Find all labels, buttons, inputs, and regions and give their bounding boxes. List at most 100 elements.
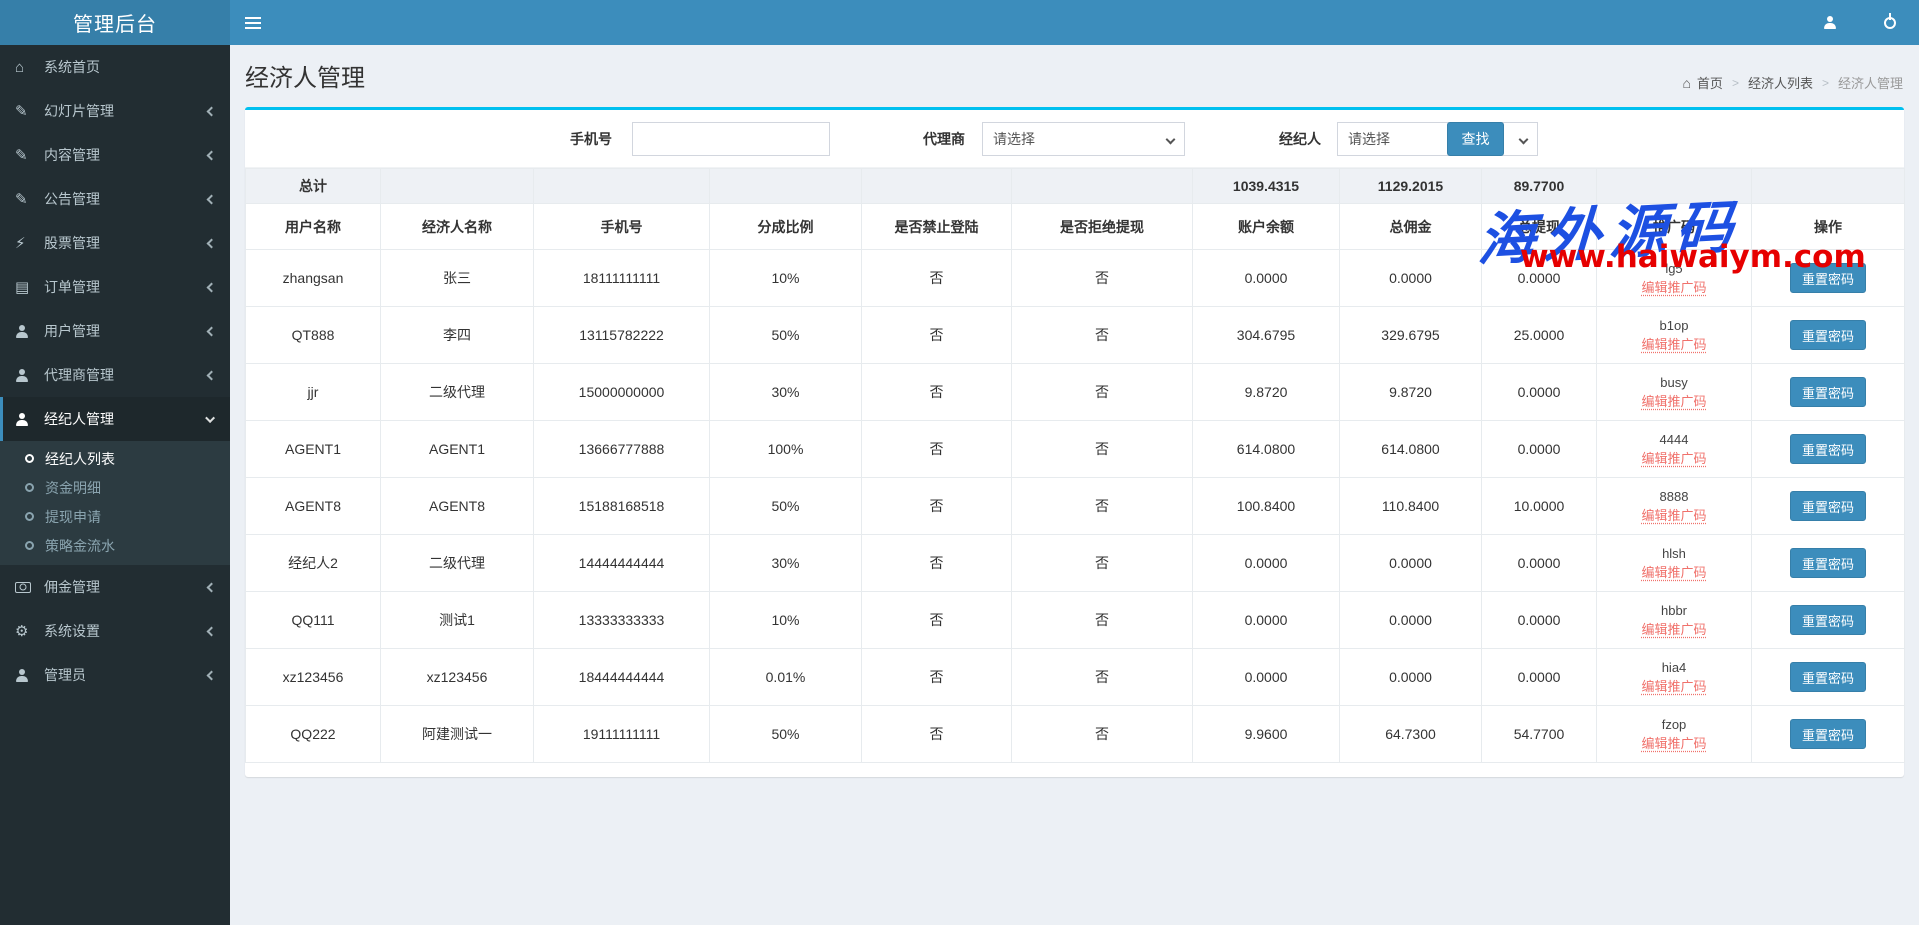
sidebar-subitem-label: 策略金流水 bbox=[45, 536, 115, 556]
cell-commission: 614.0800 bbox=[1340, 421, 1482, 478]
edit-promo-code-link[interactable]: 编辑推广码 bbox=[1641, 508, 1706, 524]
cell-withdraw: 0.0000 bbox=[1482, 250, 1597, 307]
reset-password-button[interactable]: 重置密码 bbox=[1790, 320, 1866, 350]
cell-ratio: 10% bbox=[710, 250, 862, 307]
user-account-button[interactable] bbox=[1815, 0, 1845, 45]
sidebar-item-label: 管理员 bbox=[44, 665, 86, 685]
sidebar-subitem-资金明细[interactable]: 资金明细 bbox=[0, 473, 230, 502]
chevron-left-icon bbox=[207, 370, 217, 380]
cell-broker: AGENT1 bbox=[381, 421, 534, 478]
cell-promo: 4444编辑推广码 bbox=[1597, 421, 1752, 478]
sidebar-subitem-label: 资金明细 bbox=[45, 478, 101, 498]
sidebar-item-股票管理[interactable]: ⚡股票管理 bbox=[0, 221, 230, 265]
reset-password-button[interactable]: 重置密码 bbox=[1790, 548, 1866, 578]
agent-select[interactable]: 请选择 bbox=[982, 122, 1185, 156]
cell-actions: 重置密码 bbox=[1752, 592, 1905, 649]
sidebar-item-佣金管理[interactable]: 佣金管理 bbox=[0, 565, 230, 609]
sidebar-item-内容管理[interactable]: ✎内容管理 bbox=[0, 133, 230, 177]
edit-promo-code-link[interactable]: 编辑推广码 bbox=[1641, 565, 1706, 581]
agent-select-value: 请选择 bbox=[993, 129, 1035, 149]
totals-value-cell: 89.7700 bbox=[1482, 169, 1597, 204]
app-logo: 管理后台 bbox=[0, 0, 230, 45]
chevron-left-icon bbox=[207, 150, 217, 160]
sidebar-item-订单管理[interactable]: ▤订单管理 bbox=[0, 265, 230, 309]
chevron-left-icon bbox=[207, 670, 217, 680]
table-row: QT888李四1311578222250%否否304.6795329.67952… bbox=[246, 307, 1905, 364]
edit-promo-code-link[interactable]: 编辑推广码 bbox=[1641, 280, 1706, 296]
sidebar-item-代理商管理[interactable]: 代理商管理 bbox=[0, 353, 230, 397]
reset-password-button[interactable]: 重置密码 bbox=[1790, 662, 1866, 692]
sidebar-subitem-提现申请[interactable]: 提现申请 bbox=[0, 502, 230, 531]
sidebar-item-公告管理[interactable]: ✎公告管理 bbox=[0, 177, 230, 221]
breadcrumb: ⌂ 首页 > 经济人列表 > 经济人管理 bbox=[1682, 73, 1903, 92]
edit-promo-code-link[interactable]: 编辑推广码 bbox=[1641, 451, 1706, 467]
search-button[interactable]: 查找 bbox=[1447, 122, 1504, 156]
chevron-left-icon bbox=[207, 326, 217, 336]
phone-input[interactable] bbox=[632, 122, 830, 156]
cell-ratio: 50% bbox=[710, 706, 862, 763]
user-icon bbox=[15, 669, 44, 682]
cell-actions: 重置密码 bbox=[1752, 649, 1905, 706]
edit-promo-code-link[interactable]: 编辑推广码 bbox=[1641, 736, 1706, 752]
sidebar-item-管理员[interactable]: 管理员 bbox=[0, 653, 230, 697]
home-icon: ⌂ bbox=[15, 59, 44, 76]
sidebar-subitem-经纪人列表[interactable]: 经纪人列表 bbox=[0, 444, 230, 473]
cell-user: jjr bbox=[246, 364, 381, 421]
cell-user: QT888 bbox=[246, 307, 381, 364]
main-content: 经济人管理 ⌂ 首页 > 经济人列表 > 经济人管理 手机号 代理商 请选择 经… bbox=[230, 45, 1919, 925]
reset-password-button[interactable]: 重置密码 bbox=[1790, 434, 1866, 464]
promo-code-value: hia4 bbox=[1597, 659, 1751, 676]
column-header: 账户余额 bbox=[1193, 204, 1340, 250]
table-row: AGENT8AGENT81518816851850%否否100.8400110.… bbox=[246, 478, 1905, 535]
column-header: 操作 bbox=[1752, 204, 1905, 250]
cell-withdraw: 25.0000 bbox=[1482, 307, 1597, 364]
reset-password-button[interactable]: 重置密码 bbox=[1790, 263, 1866, 293]
sidebar-item-用户管理[interactable]: 用户管理 bbox=[0, 309, 230, 353]
sidebar-item-系统首页[interactable]: ⌂系统首页 bbox=[0, 45, 230, 89]
chevron-left-icon bbox=[207, 626, 217, 636]
cell-balance: 0.0000 bbox=[1193, 250, 1340, 307]
column-header: 分成比例 bbox=[710, 204, 862, 250]
phone-label: 手机号 bbox=[570, 129, 612, 149]
sidebar-item-label: 幻灯片管理 bbox=[44, 101, 114, 121]
reset-password-button[interactable]: 重置密码 bbox=[1790, 719, 1866, 749]
sidebar-item-label: 订单管理 bbox=[44, 277, 100, 297]
cell-promo: fzop编辑推广码 bbox=[1597, 706, 1752, 763]
content-header: 经济人管理 ⌂ 首页 > 经济人列表 > 经济人管理 bbox=[230, 45, 1919, 107]
broker-select[interactable]: 请选择 bbox=[1337, 122, 1538, 156]
promo-code-value: lg5 bbox=[1597, 260, 1751, 277]
cell-ban: 否 bbox=[862, 421, 1012, 478]
edit-promo-code-link[interactable]: 编辑推广码 bbox=[1641, 679, 1706, 695]
sidebar-item-系统设置[interactable]: ⚙系统设置 bbox=[0, 609, 230, 653]
cell-user: xz123456 bbox=[246, 649, 381, 706]
cell-promo: hbbr编辑推广码 bbox=[1597, 592, 1752, 649]
totals-value-cell bbox=[1012, 169, 1193, 204]
sidebar-submenu: 经纪人列表资金明细提现申请策略金流水 bbox=[0, 441, 230, 565]
cell-broker: 张三 bbox=[381, 250, 534, 307]
edit-promo-code-link[interactable]: 编辑推广码 bbox=[1641, 394, 1706, 410]
sidebar-toggle-button[interactable] bbox=[230, 0, 276, 45]
cell-ban: 否 bbox=[862, 250, 1012, 307]
chevron-left-icon bbox=[207, 106, 217, 116]
column-header: 是否禁止登陆 bbox=[862, 204, 1012, 250]
reset-password-button[interactable]: 重置密码 bbox=[1790, 377, 1866, 407]
cell-refuse: 否 bbox=[1012, 478, 1193, 535]
sidebar-subitem-策略金流水[interactable]: 策略金流水 bbox=[0, 531, 230, 560]
cell-actions: 重置密码 bbox=[1752, 421, 1905, 478]
table-bottom-padding bbox=[245, 763, 1904, 777]
cell-broker: 阿建测试一 bbox=[381, 706, 534, 763]
reset-password-button[interactable]: 重置密码 bbox=[1790, 605, 1866, 635]
sidebar-item-经纪人管理[interactable]: 经纪人管理 bbox=[0, 397, 230, 441]
sidebar-item-幻灯片管理[interactable]: ✎幻灯片管理 bbox=[0, 89, 230, 133]
edit-promo-code-link[interactable]: 编辑推广码 bbox=[1641, 337, 1706, 353]
chevron-left-icon bbox=[207, 238, 217, 248]
cell-broker: AGENT8 bbox=[381, 478, 534, 535]
breadcrumb-home[interactable]: 首页 bbox=[1697, 73, 1723, 92]
breadcrumb-list[interactable]: 经济人列表 bbox=[1748, 73, 1813, 92]
cell-phone: 13333333333 bbox=[534, 592, 710, 649]
table-row: zhangsan张三1811111111110%否否0.00000.00000.… bbox=[246, 250, 1905, 307]
cell-balance: 9.8720 bbox=[1193, 364, 1340, 421]
edit-promo-code-link[interactable]: 编辑推广码 bbox=[1641, 622, 1706, 638]
logout-button[interactable] bbox=[1875, 0, 1905, 45]
reset-password-button[interactable]: 重置密码 bbox=[1790, 491, 1866, 521]
